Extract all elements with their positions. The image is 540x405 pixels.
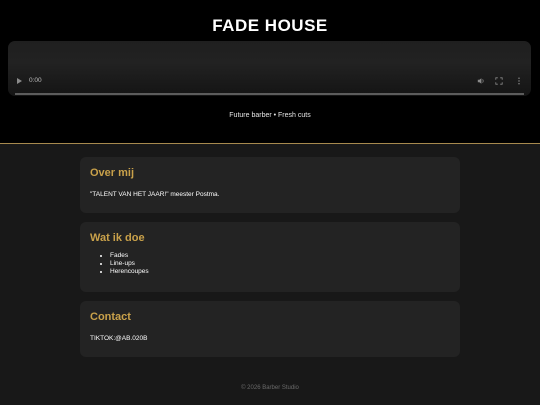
services-heading: Wat ik doe <box>90 232 145 244</box>
video-player[interactable]: 0:00 <box>8 41 531 96</box>
volume-icon[interactable] <box>477 77 485 85</box>
about-card: Over mij "TALENT VAN HET JAAR!" meester … <box>80 157 460 213</box>
footer-copyright: © 2026 Barber Studio <box>241 385 299 391</box>
about-heading: Over mij <box>90 167 135 179</box>
play-icon[interactable] <box>17 78 22 84</box>
contact-card: Contact TIKTOK:@AB.020B <box>80 301 460 357</box>
list-item: Line-ups <box>110 260 450 268</box>
services-card: Wat ik doe Fades Line-ups Herencoupes <box>80 222 460 292</box>
tagline: Future barber • Fresh cuts <box>229 112 311 119</box>
contact-heading: Contact <box>90 311 131 323</box>
list-item: Fades <box>110 252 450 260</box>
services-list: Fades Line-ups Herencoupes <box>90 252 450 276</box>
video-time: 0:00 <box>29 77 42 84</box>
video-controls: 0:00 <box>8 75 531 89</box>
more-options-icon[interactable] <box>515 77 523 85</box>
contact-tiktok: TIKTOK:@AB.020B <box>90 335 148 342</box>
site-header: FADE HOUSE 0:00 Future barber • Fresh cu… <box>0 0 540 144</box>
list-item: Herencoupes <box>110 268 450 276</box>
video-progress-bar[interactable] <box>15 93 524 95</box>
fullscreen-icon[interactable] <box>495 77 503 85</box>
site-title: FADE HOUSE <box>212 16 328 35</box>
about-text: "TALENT VAN HET JAAR!" meester Postma. <box>90 191 220 198</box>
